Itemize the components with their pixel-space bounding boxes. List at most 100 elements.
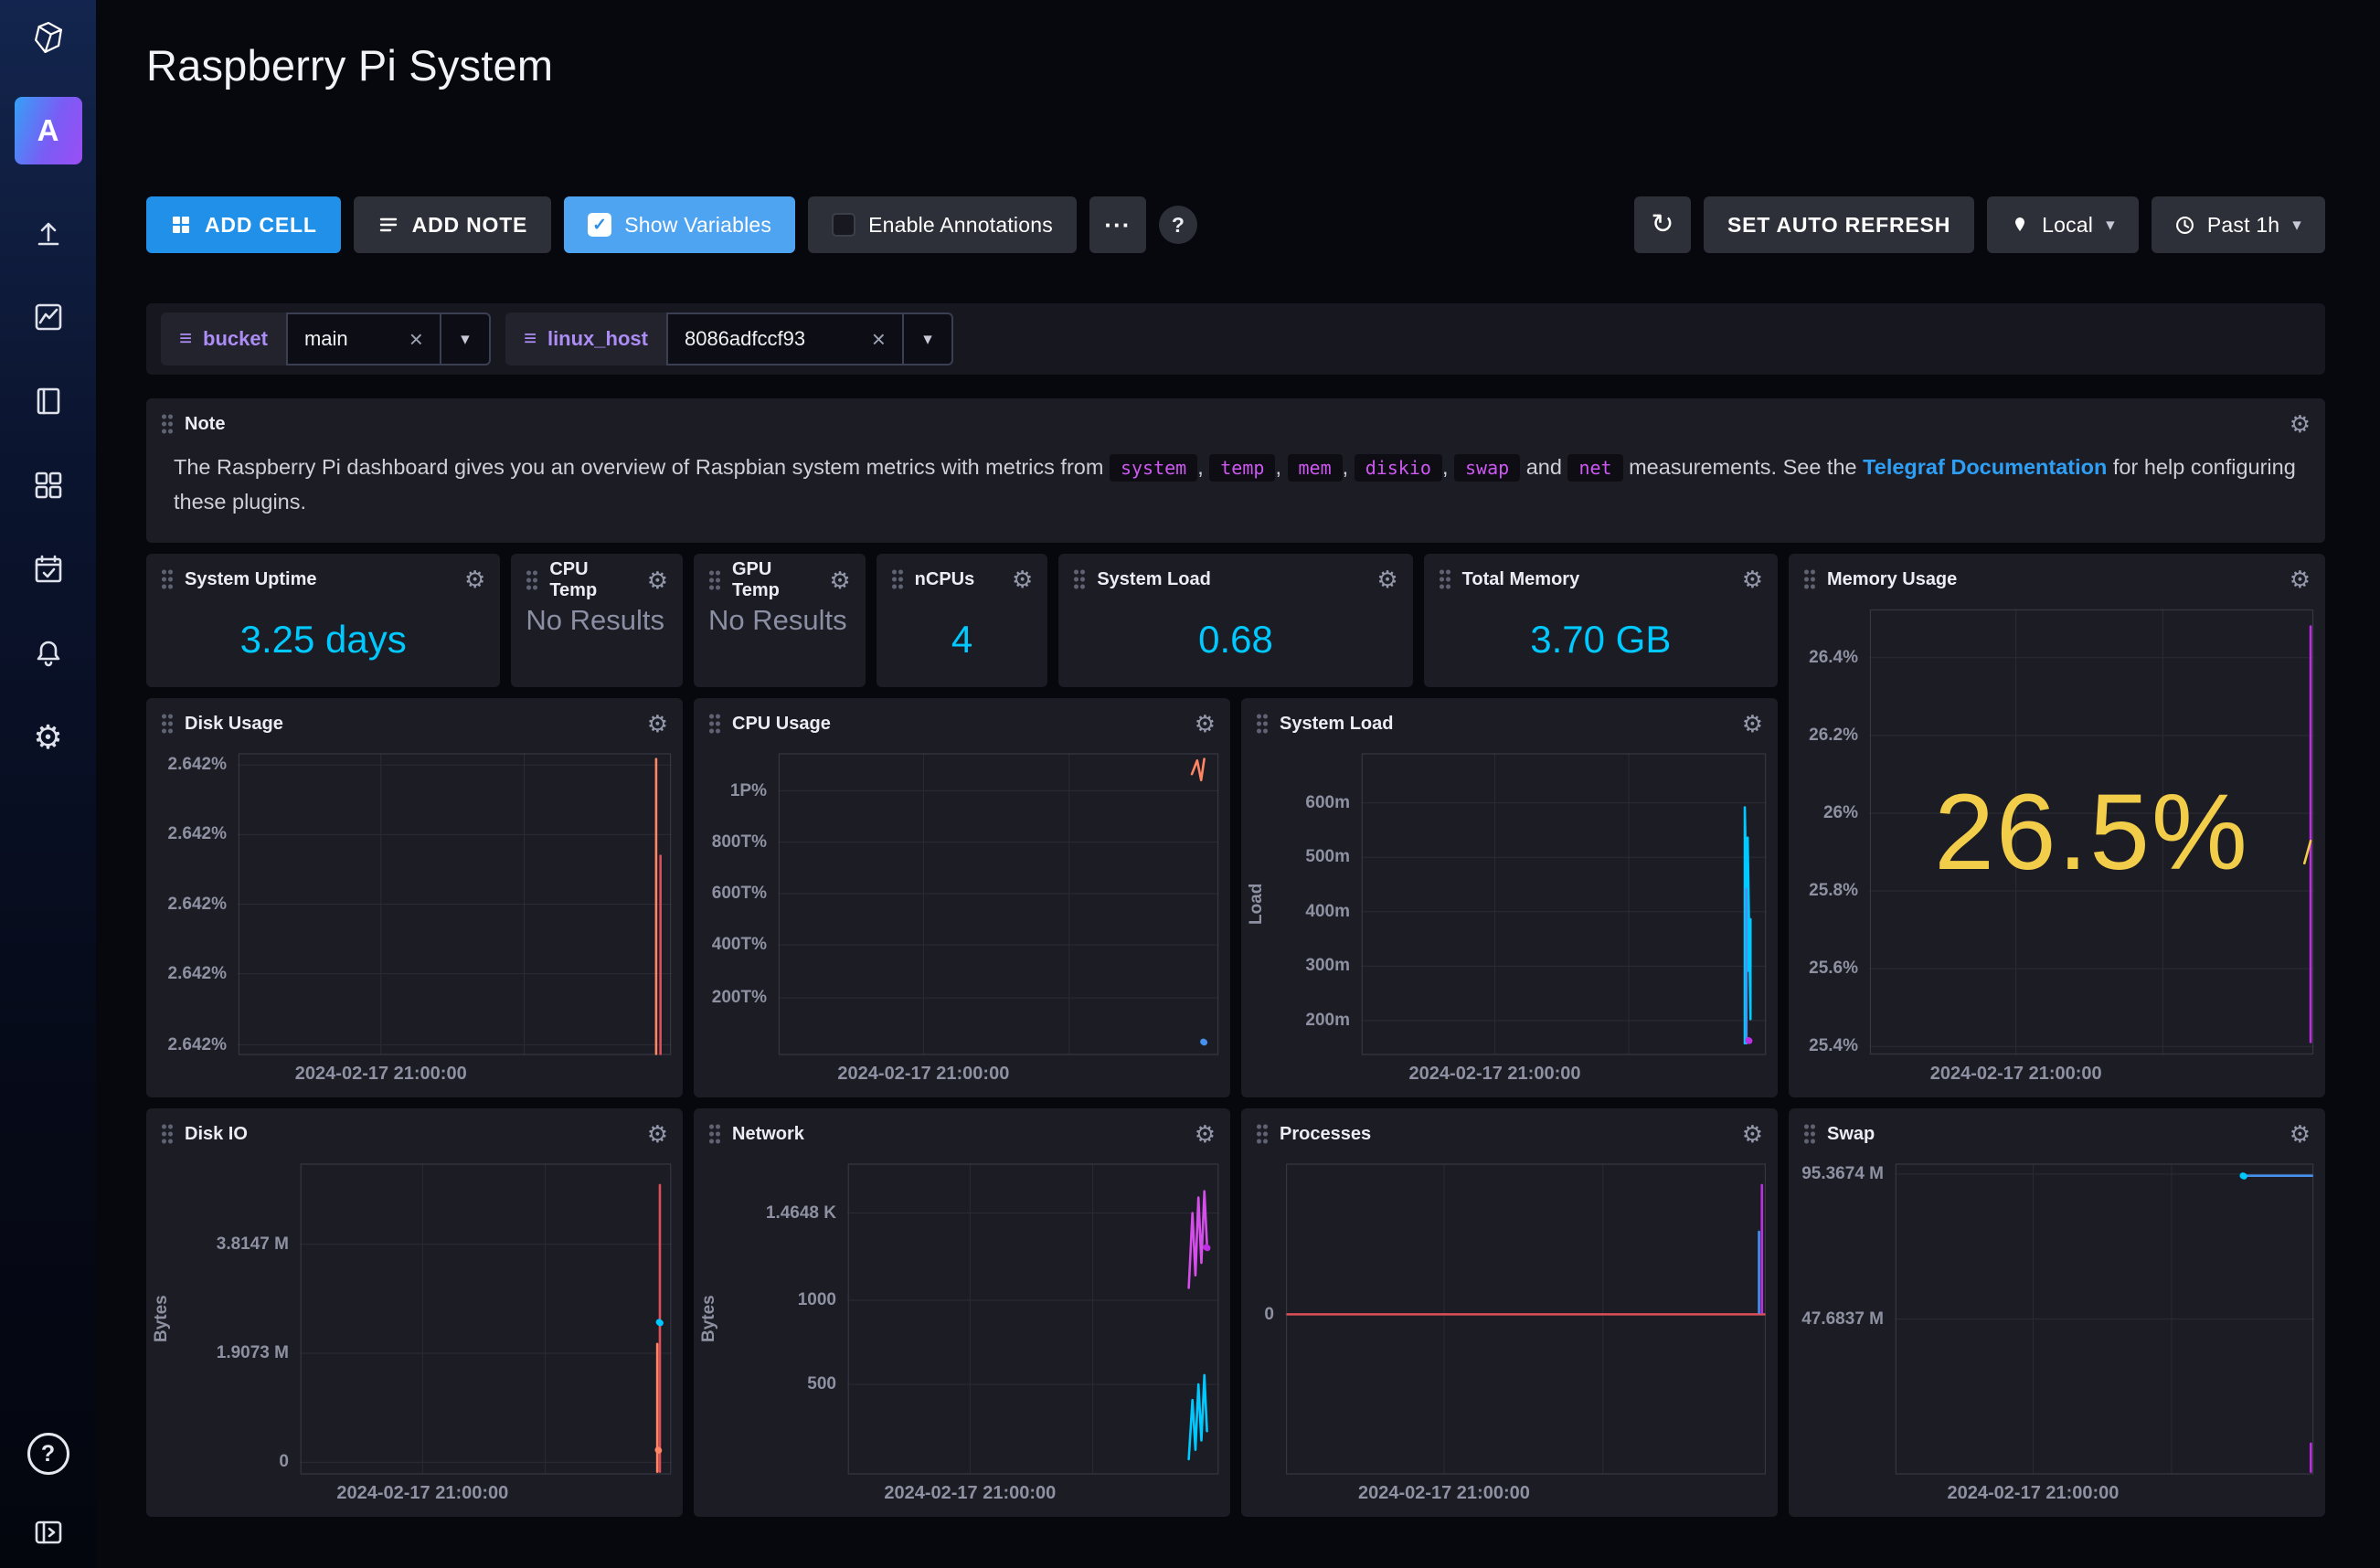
sidebar-nav: ⚙ xyxy=(31,216,66,755)
drag-handle-icon[interactable] xyxy=(1256,713,1269,735)
drag-handle-icon[interactable] xyxy=(1803,1123,1816,1145)
drag-handle-icon[interactable] xyxy=(526,569,538,591)
cell-settings-gear-icon[interactable]: ⚙ xyxy=(1742,567,1763,591)
x-axis-label: 2024-02-17 21:00:00 xyxy=(1358,1483,1530,1504)
variable-linux-host-label: linux_host xyxy=(547,327,648,351)
cell-settings-gear-icon[interactable]: ⚙ xyxy=(1742,1122,1763,1146)
expand-sidebar-icon[interactable] xyxy=(31,1515,66,1550)
y-tick: 1P% xyxy=(730,781,767,801)
cell-settings-gear-icon[interactable]: ⚙ xyxy=(1195,712,1216,736)
refresh-button[interactable]: ↻ xyxy=(1634,196,1691,253)
y-tick: 3.8147 M xyxy=(217,1234,289,1255)
alerts-bell-icon[interactable] xyxy=(31,636,66,671)
dashboard-grid: System Uptime ⚙ 3.25 days CPU Temp ⚙ No … xyxy=(146,554,2325,1517)
timezone-dropdown[interactable]: Local ▾ xyxy=(1987,196,2139,253)
stat-value: 3.70 GB xyxy=(1424,599,1778,687)
plot-area[interactable]: 2024-02-17 21:00:00 xyxy=(778,753,1219,1055)
drag-handle-icon[interactable] xyxy=(708,713,721,735)
cell-title: Disk IO xyxy=(185,1124,248,1145)
y-axis: 95.3674 M 47.6837 M xyxy=(1789,1163,1895,1475)
caret-down-icon: ▾ xyxy=(923,329,932,350)
caret-down-icon: ▾ xyxy=(2106,215,2115,236)
tasks-calendar-icon[interactable] xyxy=(31,552,66,587)
variable-linux-host-chip[interactable]: ≡ linux_host xyxy=(505,313,666,366)
cell-processes: Processes ⚙ 0 xyxy=(1241,1108,1778,1517)
cell-settings-gear-icon[interactable]: ⚙ xyxy=(647,712,668,736)
cell-settings-gear-icon[interactable]: ⚙ xyxy=(647,1122,668,1146)
more-options-button[interactable]: ··· xyxy=(1089,196,1146,253)
influxdb-logo-icon[interactable] xyxy=(31,20,66,55)
cell-settings-gear-icon[interactable]: ⚙ xyxy=(829,568,850,592)
drag-handle-icon[interactable] xyxy=(1073,568,1086,590)
clear-icon[interactable]: × xyxy=(872,327,886,351)
cell-title: System Load xyxy=(1097,569,1210,590)
drag-handle-icon[interactable] xyxy=(161,413,174,435)
cell-system-uptime: System Uptime ⚙ 3.25 days xyxy=(146,554,500,687)
drag-handle-icon[interactable] xyxy=(891,568,904,590)
drag-handle-icon[interactable] xyxy=(708,1123,721,1145)
code-chip: swap xyxy=(1454,454,1520,482)
plot-area[interactable]: 2024-02-17 21:00:00 xyxy=(1895,1163,2314,1475)
cell-settings-gear-icon[interactable]: ⚙ xyxy=(647,568,668,592)
drag-handle-icon[interactable] xyxy=(708,569,721,591)
variable-bucket-select[interactable]: main × xyxy=(286,313,441,366)
code-chip: system xyxy=(1110,454,1197,482)
code-chip: diskio xyxy=(1355,454,1442,482)
plot-area[interactable]: 2024-02-17 21:00:00 xyxy=(238,753,672,1055)
toolbar-help-icon[interactable]: ? xyxy=(1159,206,1197,244)
y-tick: 2.642% xyxy=(168,755,227,775)
plot-area[interactable]: 2024-02-17 21:00:00 xyxy=(300,1163,672,1475)
variable-linux-host-select[interactable]: 8086adfccf93 × xyxy=(666,313,904,366)
show-variables-toggle[interactable]: ✓ Show Variables xyxy=(564,196,795,253)
cell-title: Swap xyxy=(1827,1124,1875,1145)
plot-area[interactable]: 2024-02-17 21:00:00 xyxy=(1361,753,1767,1055)
cell-settings-gear-icon[interactable]: ⚙ xyxy=(1012,567,1033,591)
drag-handle-icon[interactable] xyxy=(161,1123,174,1145)
variable-bucket-caret[interactable]: ▾ xyxy=(441,313,491,366)
no-results-text: No Results xyxy=(511,601,683,687)
cell-settings-gear-icon[interactable]: ⚙ xyxy=(1195,1122,1216,1146)
add-cell-grid-icon xyxy=(170,214,192,236)
settings-gear-icon[interactable]: ⚙ xyxy=(31,720,66,755)
add-note-button[interactable]: ADD NOTE xyxy=(354,196,552,253)
drag-handle-icon[interactable] xyxy=(1803,568,1816,590)
cell-settings-gear-icon[interactable]: ⚙ xyxy=(2290,1122,2311,1146)
cell-settings-gear-icon[interactable]: ⚙ xyxy=(1742,712,1763,736)
y-axis: 600m 500m 400m 300m 200m xyxy=(1241,753,1361,1055)
cell-title: nCPUs xyxy=(915,569,975,590)
variable-linux-host-caret[interactable]: ▾ xyxy=(904,313,953,366)
explore-graph-icon[interactable] xyxy=(31,300,66,334)
drag-handle-icon[interactable] xyxy=(1439,568,1451,590)
dashboards-icon[interactable] xyxy=(31,468,66,503)
no-results-text: No Results xyxy=(694,601,866,687)
upload-data-icon[interactable] xyxy=(31,216,66,250)
cell-settings-gear-icon[interactable]: ⚙ xyxy=(2290,412,2311,436)
drag-handle-icon[interactable] xyxy=(161,713,174,735)
code-chip: mem xyxy=(1288,454,1343,482)
cell-settings-gear-icon[interactable]: ⚙ xyxy=(1376,567,1397,591)
set-auto-refresh-button[interactable]: SET AUTO REFRESH xyxy=(1704,196,1974,253)
code-chip: net xyxy=(1567,454,1622,482)
variable-bucket-chip[interactable]: ≡ bucket xyxy=(161,313,286,366)
clear-icon[interactable]: × xyxy=(409,327,423,351)
cell-title: Network xyxy=(732,1124,804,1145)
drag-handle-icon[interactable] xyxy=(161,568,174,590)
plot-area[interactable]: 2024-02-17 21:00:00 xyxy=(847,1163,1219,1475)
y-axis: 26.4% 26.2% 26% 25.8% 25.6% 25.4% xyxy=(1789,609,1869,1055)
cell-settings-gear-icon[interactable]: ⚙ xyxy=(464,567,485,591)
x-axis-label: 2024-02-17 21:00:00 xyxy=(1948,1483,2120,1504)
notebooks-icon[interactable] xyxy=(31,384,66,418)
telegraf-documentation-link[interactable]: Telegraf Documentation xyxy=(1863,455,2107,479)
enable-annotations-toggle[interactable]: Enable Annotations xyxy=(808,196,1077,253)
y-tick: 2.642% xyxy=(168,964,227,984)
plot-area[interactable]: 2024-02-17 21:00:00 xyxy=(1869,609,2314,1055)
show-variables-label: Show Variables xyxy=(624,213,771,238)
cell-settings-gear-icon[interactable]: ⚙ xyxy=(2290,567,2311,591)
x-axis-label: 2024-02-17 21:00:00 xyxy=(295,1064,467,1085)
drag-handle-icon[interactable] xyxy=(1256,1123,1269,1145)
avatar[interactable]: A xyxy=(15,97,82,164)
time-range-dropdown[interactable]: Past 1h ▾ xyxy=(2152,196,2325,253)
help-icon[interactable]: ? xyxy=(27,1433,69,1475)
plot-area[interactable]: 2024-02-17 21:00:00 xyxy=(1285,1163,1767,1475)
add-cell-button[interactable]: ADD CELL xyxy=(146,196,341,253)
